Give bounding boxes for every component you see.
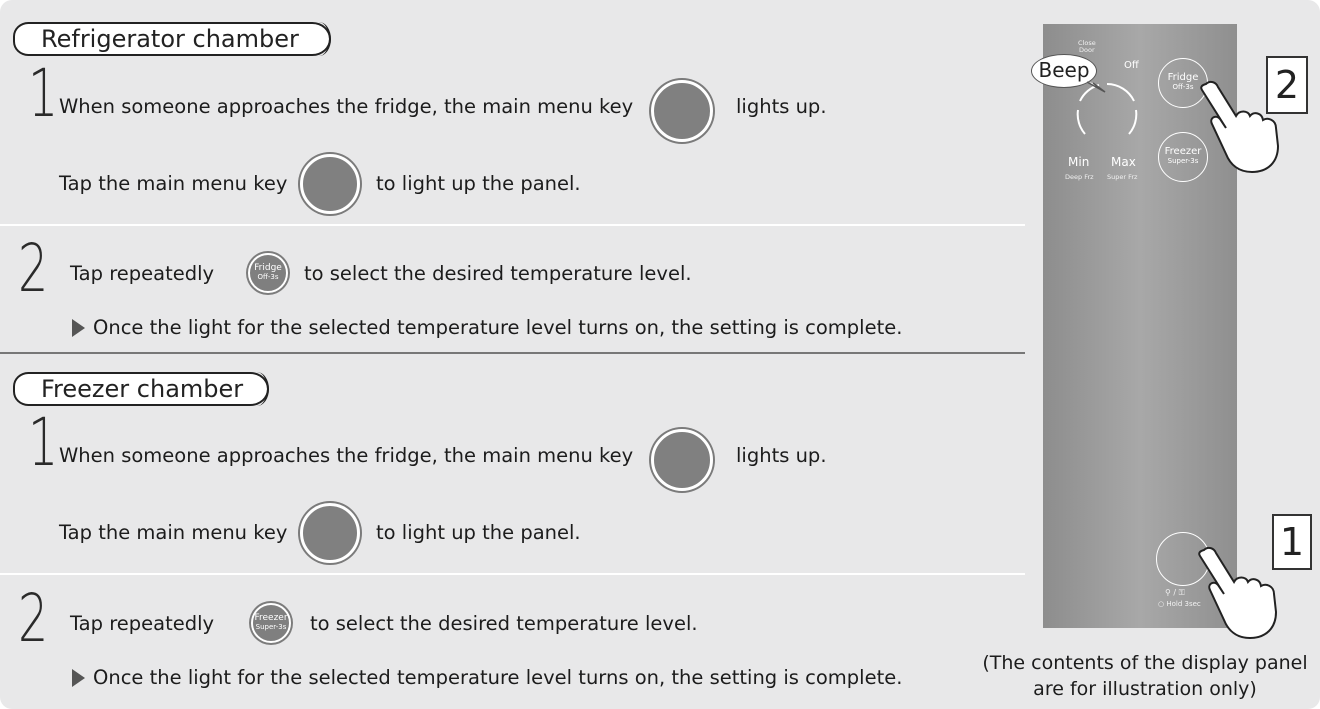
step-text: to select the desired temperature level. bbox=[304, 262, 692, 285]
section-title-freezer: Freezer chamber bbox=[13, 372, 269, 406]
note-text: Once the light for the selected temperat… bbox=[93, 666, 903, 689]
callout-number-2: 2 bbox=[1266, 56, 1308, 114]
freezer-key-icon: Freezer Super-3s bbox=[251, 603, 291, 643]
step-text: When someone approaches the fridge, the … bbox=[59, 444, 634, 467]
step-text: to light up the panel. bbox=[376, 172, 581, 195]
panel-caption: (The contents of the display panel are f… bbox=[982, 652, 1308, 700]
key-sublabel: Super-3s bbox=[255, 623, 287, 631]
divider bbox=[0, 573, 1025, 575]
instruction-card: Refrigerator chamber 1 When someone appr… bbox=[0, 0, 1320, 709]
lock-icon-label: ⚲ / ⚿ bbox=[1165, 588, 1185, 597]
step-text: Tap the main menu key bbox=[59, 172, 288, 195]
key-label: Freezer bbox=[254, 613, 288, 623]
hold-label: ○ Hold 3sec bbox=[1158, 600, 1201, 608]
triangle-bullet-icon bbox=[72, 669, 85, 687]
step-text: to select the desired temperature level. bbox=[310, 612, 698, 635]
close-door-label: Close Door bbox=[1078, 39, 1096, 54]
step-text: lights up. bbox=[736, 95, 827, 118]
off-label: Off bbox=[1124, 60, 1139, 71]
step-number: 2 bbox=[18, 580, 49, 657]
fridge-key-icon: Fridge Off-3s bbox=[248, 253, 288, 293]
main-menu-key-icon bbox=[651, 80, 713, 142]
divider bbox=[0, 224, 1025, 226]
callout-number-1: 1 bbox=[1272, 514, 1312, 570]
step-text: When someone approaches the fridge, the … bbox=[59, 95, 634, 118]
step-number: 1 bbox=[28, 404, 59, 481]
step-number: 2 bbox=[18, 230, 49, 307]
main-menu-key-icon bbox=[300, 154, 360, 214]
min-label: Min bbox=[1068, 155, 1090, 169]
main-menu-key-icon bbox=[300, 503, 360, 563]
step-number: 1 bbox=[28, 55, 59, 132]
beep-pointer-icon bbox=[1086, 81, 1106, 93]
step-text: Tap repeatedly bbox=[70, 612, 215, 635]
key-label: Fridge bbox=[254, 263, 282, 273]
deep-frz-label: Deep Frz bbox=[1065, 173, 1094, 181]
step-text: Tap repeatedly bbox=[70, 262, 215, 285]
main-menu-key-icon bbox=[651, 429, 713, 491]
super-frz-label: Super Frz bbox=[1107, 173, 1138, 181]
section-title-refrigerator: Refrigerator chamber bbox=[13, 22, 331, 56]
section-divider bbox=[0, 352, 1025, 354]
note-text: Once the light for the selected temperat… bbox=[93, 316, 903, 339]
step-text: lights up. bbox=[736, 444, 827, 467]
triangle-bullet-icon bbox=[72, 319, 85, 337]
max-label: Max bbox=[1111, 155, 1136, 169]
step-text: to light up the panel. bbox=[376, 521, 581, 544]
key-sublabel: Off-3s bbox=[257, 273, 279, 281]
step-text: Tap the main menu key bbox=[59, 521, 288, 544]
